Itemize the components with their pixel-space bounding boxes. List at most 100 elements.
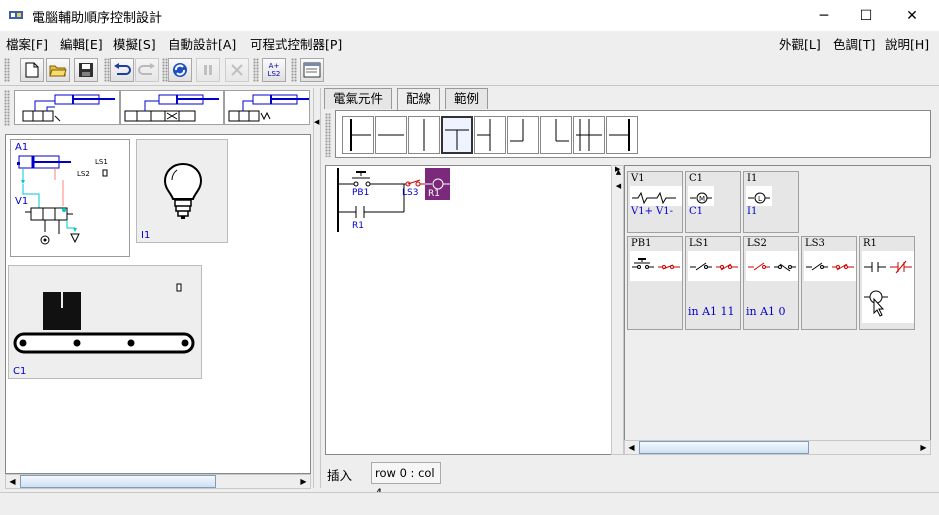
minimize-button[interactable]: ─	[801, 0, 847, 31]
scroll-right-icon[interactable]: ▶	[297, 475, 310, 488]
new-file-button[interactable]	[20, 58, 44, 82]
library-hscrollbar[interactable]: ◀ ▶	[5, 474, 311, 489]
scroll-right-icon[interactable]: ▶	[917, 441, 930, 454]
divider-arrow-icon[interactable]: ▶	[615, 165, 620, 173]
tab-electrical-components[interactable]: 電氣元件	[324, 88, 393, 109]
svg-text:L: L	[758, 195, 762, 203]
library-card-i1[interactable]: I1	[136, 139, 228, 243]
symbol-corner-up-right[interactable]	[540, 116, 572, 154]
divider-arrow-icon[interactable]: ◀	[314, 118, 319, 126]
r1-contact-label: R1	[352, 221, 364, 231]
undo-button[interactable]	[110, 58, 134, 82]
toolbar-grip[interactable]	[4, 58, 10, 82]
window-title: 電腦輔助順序控制設計	[32, 11, 163, 26]
menu-auto-design[interactable]: 自動設計[A]	[168, 34, 236, 53]
run-simulation-button[interactable]	[168, 58, 192, 82]
menu-plc[interactable]: 可程式控制器[P]	[250, 34, 342, 53]
relay-contacts-icon	[862, 251, 914, 323]
component-ls3[interactable]: LS3	[801, 236, 857, 330]
component-v1[interactable]: V1 V1+ V1-	[627, 171, 683, 233]
save-icon	[79, 63, 93, 77]
component-pb1[interactable]: PB1	[627, 236, 683, 330]
component-label: R1	[863, 238, 877, 249]
vertical-wire-icon	[423, 119, 425, 151]
close-button[interactable]: ✕	[889, 0, 935, 31]
scrollbar-thumb[interactable]	[639, 441, 809, 454]
split-divider-right[interactable]: ▶	[612, 165, 624, 455]
bottom-status-bar	[0, 492, 939, 515]
card-c1-label: C1	[13, 366, 27, 377]
menu-help[interactable]: 說明[H]	[885, 34, 929, 53]
tab-wiring[interactable]: 配線	[397, 88, 441, 110]
symbol-horizontal-wire[interactable]	[375, 116, 407, 154]
menu-file[interactable]: 檔案[F]	[6, 34, 48, 53]
pause-icon	[204, 65, 212, 75]
symbol-tee-right[interactable]	[474, 116, 506, 154]
cylinder-valve-icon	[124, 94, 219, 122]
components-hscrollbar[interactable]: ◀ ▶	[624, 440, 931, 455]
ladder-diagram-canvas[interactable]: PB1 LS3 R1 R1	[325, 165, 612, 455]
symbol-corner-up-left[interactable]	[507, 116, 539, 154]
scrollbar-thumb[interactable]	[20, 475, 216, 488]
ls2-location-note: in A1 0	[746, 305, 786, 318]
pause-button[interactable]	[196, 58, 220, 82]
component-i1[interactable]: I1 L I1	[743, 171, 799, 233]
cross-wire-icon	[576, 119, 602, 151]
library-card-a1[interactable]: A1 LS1 LS2 V1	[10, 139, 130, 257]
symbol-bar-grip[interactable]	[325, 113, 331, 157]
ls3-label: LS3	[402, 188, 419, 198]
maximize-button[interactable]: ☐	[843, 0, 889, 31]
v1-plus-label: V1+	[631, 206, 653, 217]
component-c1[interactable]: C1 M C1	[685, 171, 741, 233]
panel-grip[interactable]	[4, 90, 10, 126]
save-button[interactable]	[74, 58, 98, 82]
symbol-tee-down[interactable]	[441, 116, 473, 154]
toolbar-grip[interactable]	[253, 58, 259, 82]
svg-text:M: M	[699, 195, 705, 203]
solenoid-icon	[630, 186, 682, 206]
component-r1[interactable]: R1	[859, 236, 915, 330]
ls-sequence-button[interactable]: A+ LS2	[262, 58, 286, 82]
light-bulb-icon	[163, 162, 203, 219]
ladder-symbol-bar	[335, 110, 931, 158]
lamp-icon: L	[746, 186, 772, 206]
symbol-cross[interactable]	[573, 116, 605, 154]
component-instances-panel: V1 V1+ V1- C1 M C1 I1 L I1 PB1 LS1 in A1…	[624, 165, 931, 455]
redo-button[interactable]	[135, 58, 159, 82]
component-ls2[interactable]: LS2 in A1 0	[743, 236, 799, 330]
scroll-left-icon[interactable]: ◀	[6, 475, 19, 488]
component-label: LS1	[689, 238, 709, 249]
component-ls1[interactable]: LS1 in A1 11	[685, 236, 741, 330]
menu-appearance[interactable]: 外觀[L]	[779, 34, 821, 53]
corner-icon	[555, 119, 569, 142]
cylinder-option-3[interactable]	[224, 90, 310, 125]
cylinder-circuit-diagram	[17, 155, 108, 245]
stop-button[interactable]	[225, 58, 249, 82]
push-button-contacts-icon	[630, 251, 682, 281]
application-window: 電腦輔助順序控制設計 ─ ☐ ✕ 檔案[F] 編輯[E] 模擬[S] 自動設計[…	[0, 0, 939, 515]
plc-window-button[interactable]	[300, 58, 324, 82]
ladder-rungs	[337, 168, 450, 232]
open-file-button[interactable]	[46, 58, 70, 82]
app-icon	[9, 11, 23, 19]
rail-contact-icon	[350, 119, 371, 151]
symbol-right-rail[interactable]	[606, 116, 638, 154]
toolbar-grip[interactable]	[291, 58, 297, 82]
symbol-vertical-wire[interactable]	[408, 116, 440, 154]
card-i1-label: I1	[141, 230, 151, 241]
menu-edit[interactable]: 編輯[E]	[60, 34, 103, 53]
menu-simulate[interactable]: 模擬[S]	[113, 34, 156, 53]
tab-examples[interactable]: 範例	[445, 88, 489, 109]
corner-icon	[510, 119, 524, 142]
library-card-c1[interactable]: C1	[8, 265, 202, 379]
scroll-left-icon[interactable]: ◀	[625, 441, 638, 454]
menu-color[interactable]: 色調[T]	[833, 34, 875, 53]
cylinder-option-1[interactable]	[14, 90, 120, 125]
menu-bar: 檔案[F] 編輯[E] 模擬[S] 自動設計[A] 可程式控制器[P] 外觀[L…	[0, 31, 939, 53]
minimize-icon: ─	[819, 7, 829, 24]
symbol-left-rail-contact[interactable]	[342, 116, 374, 154]
split-divider[interactable]: ◀	[313, 88, 321, 488]
cylinder-option-2[interactable]	[120, 90, 224, 125]
cross-icon	[231, 64, 243, 76]
refresh-icon	[173, 63, 187, 77]
